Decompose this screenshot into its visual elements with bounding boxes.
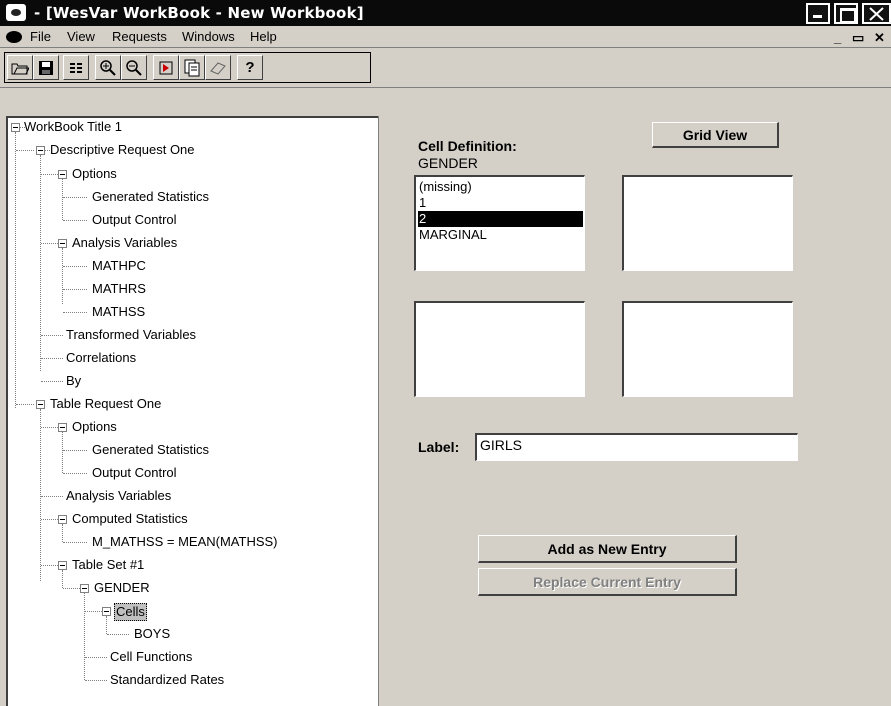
tree-node-computed-statistics[interactable]: Computed Statistics: [72, 511, 188, 527]
open-button[interactable]: [7, 55, 33, 80]
maximize-button[interactable]: [834, 3, 858, 24]
tree-node-var-mathrs[interactable]: MATHRS: [92, 281, 146, 297]
tree-node-correlations[interactable]: Correlations: [66, 350, 136, 366]
collapse-icon[interactable]: [80, 584, 89, 593]
tree-node-gender[interactable]: GENDER: [94, 580, 150, 596]
tree-node-by[interactable]: By: [66, 373, 81, 389]
close-icon: [869, 7, 884, 21]
menu-view[interactable]: View: [67, 29, 95, 44]
tree-node-options[interactable]: Options: [72, 419, 117, 435]
clear-button[interactable]: [205, 55, 231, 80]
menu-help[interactable]: Help: [250, 29, 277, 44]
variable-name: GENDER: [418, 155, 478, 171]
tree-node-workbook-title[interactable]: WorkBook Title 1: [24, 119, 122, 135]
eraser-icon: [210, 61, 226, 75]
menu-requests[interactable]: Requests: [112, 29, 167, 44]
tree-node-analysis-variables[interactable]: Analysis Variables: [66, 488, 171, 504]
tree-node-cell-boys[interactable]: BOYS: [134, 626, 170, 642]
collapse-icon[interactable]: [102, 607, 111, 616]
wesvar-app-icon[interactable]: [6, 4, 26, 21]
mdi-close-button[interactable]: ✕: [874, 30, 885, 46]
mdi-minimize-button[interactable]: _: [834, 30, 841, 45]
collapse-icon[interactable]: [36, 400, 45, 409]
cell-definition-panel: Cell Definition: GENDER Grid View (missi…: [378, 116, 891, 706]
save-button[interactable]: [33, 55, 59, 80]
cell-values-listbox[interactable]: (missing) 1 2 MARGINAL: [414, 175, 585, 271]
tree-node-options[interactable]: Options: [72, 166, 117, 182]
workbook-tree[interactable]: WorkBook Title 1 Descriptive Request One…: [6, 116, 378, 706]
collapse-icon[interactable]: [58, 239, 67, 248]
grid-view-button[interactable]: Grid View: [652, 122, 779, 148]
minimize-button[interactable]: [806, 3, 830, 24]
tree-node-standardized-rates[interactable]: Standardized Rates: [110, 672, 224, 688]
run-button[interactable]: [153, 55, 179, 80]
zoom-out-button[interactable]: [121, 55, 147, 80]
collapse-icon[interactable]: [58, 170, 67, 179]
cell-definition-label: Cell Definition:: [418, 138, 517, 154]
menu-file[interactable]: File: [30, 29, 51, 44]
menu-bar: File View Requests Windows Help _ ▭ ✕: [0, 26, 891, 48]
empty-listbox-4[interactable]: [622, 301, 793, 397]
open-folder-icon: [11, 63, 29, 74]
properties-button[interactable]: [63, 55, 89, 80]
close-button[interactable]: [862, 3, 891, 24]
output-document-icon: [184, 59, 200, 76]
tree-node-output-control[interactable]: Output Control: [92, 465, 177, 481]
tree-node-transformed-variables[interactable]: Transformed Variables: [66, 327, 196, 343]
tree-node-generated-statistics[interactable]: Generated Statistics: [92, 189, 209, 205]
empty-listbox-3[interactable]: [414, 301, 585, 397]
tree-node-var-mathss[interactable]: MATHSS: [92, 304, 145, 320]
save-disk-icon: [39, 60, 53, 75]
tree-node-descriptive-request[interactable]: Descriptive Request One: [50, 142, 195, 158]
collapse-icon[interactable]: [58, 515, 67, 524]
zoom-out-icon: [126, 59, 142, 76]
collapse-icon[interactable]: [36, 146, 45, 155]
zoom-in-icon: [100, 59, 116, 76]
list-item[interactable]: MARGINAL: [418, 227, 487, 243]
toolbar: ?: [0, 48, 891, 88]
tree-node-table-set[interactable]: Table Set #1: [72, 557, 144, 573]
add-new-entry-button[interactable]: Add as New Entry: [478, 535, 737, 563]
help-button[interactable]: ?: [237, 55, 263, 80]
tree-node-var-mathpc[interactable]: MATHPC: [92, 258, 146, 274]
tree-node-computed-mmathss[interactable]: M_MATHSS = MEAN(MATHSS): [92, 534, 278, 550]
list-item[interactable]: (missing): [418, 179, 472, 195]
mdi-restore-button[interactable]: ▭: [852, 30, 864, 46]
output-button[interactable]: [179, 55, 205, 80]
tree-node-generated-statistics[interactable]: Generated Statistics: [92, 442, 209, 458]
title-bar: - [WesVar WorkBook - New Workbook]: [0, 0, 891, 26]
list-item[interactable]: 1: [418, 195, 426, 211]
zoom-in-button[interactable]: [95, 55, 121, 80]
label-caption: Label:: [418, 439, 460, 455]
collapse-icon[interactable]: [11, 123, 20, 132]
tree-node-cells[interactable]: Cells: [114, 603, 147, 621]
tree-node-cell-functions[interactable]: Cell Functions: [110, 649, 192, 665]
menu-windows[interactable]: Windows: [182, 29, 235, 44]
tree-node-analysis-variables[interactable]: Analysis Variables: [72, 235, 177, 251]
list-item-selected[interactable]: 2: [418, 211, 583, 227]
tree-node-output-control[interactable]: Output Control: [92, 212, 177, 228]
collapse-icon[interactable]: [58, 423, 67, 432]
collapse-icon[interactable]: [58, 561, 67, 570]
replace-current-entry-button[interactable]: Replace Current Entry: [478, 568, 737, 596]
properties-icon: [70, 62, 82, 73]
tree-node-table-request[interactable]: Table Request One: [50, 396, 161, 412]
window-title: - [WesVar WorkBook - New Workbook]: [34, 4, 364, 22]
document-icon[interactable]: [6, 31, 22, 43]
empty-listbox-2[interactable]: [622, 175, 793, 271]
label-input[interactable]: GIRLS: [475, 433, 798, 461]
run-icon: [159, 61, 173, 74]
